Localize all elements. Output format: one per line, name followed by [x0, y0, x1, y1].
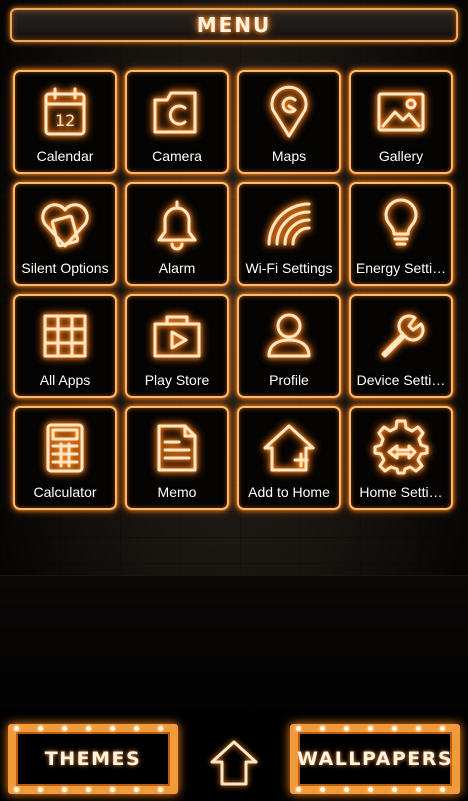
tile-calendar[interactable]: 12 Calendar: [13, 70, 117, 174]
app-grid: 12 Calendar Camera Maps Gallery Silent O…: [13, 70, 457, 514]
tile-calculator[interactable]: Calculator: [13, 406, 117, 510]
lightbulb-icon: [373, 196, 429, 252]
wallpapers-button-face: WALLPAPERS: [296, 732, 454, 786]
camera-icon: [149, 84, 205, 140]
calendar-day: 12: [55, 111, 75, 130]
tile-label: Alarm: [158, 260, 196, 276]
tile-label: Camera: [152, 148, 202, 164]
tile-label: Profile: [269, 372, 309, 388]
wallpapers-button[interactable]: WALLPAPERS: [290, 724, 460, 794]
person-icon: [261, 308, 317, 364]
tile-gallery[interactable]: Gallery: [349, 70, 453, 174]
tile-label: Silent Options: [21, 260, 109, 276]
tile-label: Energy Setti…: [355, 260, 447, 276]
themes-button[interactable]: THEMES: [8, 724, 178, 794]
home-outline-icon[interactable]: [208, 738, 260, 788]
tile-label: Device Setti…: [356, 372, 446, 388]
tile-label: Gallery: [378, 148, 424, 164]
tile-label: Play Store: [144, 372, 210, 388]
image-icon: [373, 84, 429, 140]
themes-label: THEMES: [44, 748, 142, 770]
menu-header: MENU: [10, 8, 458, 42]
bell-icon: [149, 196, 205, 252]
themes-button-face: THEMES: [16, 732, 170, 786]
heart-phone-icon: [37, 196, 93, 252]
tile-label: All Apps: [39, 372, 91, 388]
tile-add-to-home[interactable]: Add to Home: [237, 406, 341, 510]
calculator-icon: [37, 420, 93, 476]
menu-title: MENU: [196, 13, 272, 37]
grid-icon: [37, 308, 93, 364]
wifi-icon: [261, 196, 317, 252]
tile-alarm[interactable]: Alarm: [125, 182, 229, 286]
tile-maps[interactable]: Maps: [237, 70, 341, 174]
wallpapers-label: WALLPAPERS: [296, 748, 454, 770]
document-icon: [149, 420, 205, 476]
tile-home-settings[interactable]: Home Setti…: [349, 406, 453, 510]
tile-silent-options[interactable]: Silent Options: [13, 182, 117, 286]
gear-icon: [373, 419, 429, 476]
tile-label: Calculator: [33, 484, 97, 500]
tile-camera[interactable]: Camera: [125, 70, 229, 174]
tile-profile[interactable]: Profile: [237, 294, 341, 398]
tile-label: Calendar: [36, 148, 94, 164]
tile-label: Memo: [157, 484, 197, 500]
tile-label: Maps: [271, 148, 307, 164]
play-bag-icon: [149, 308, 205, 364]
tile-device-settings[interactable]: Device Setti…: [349, 294, 453, 398]
tile-label: Wi-Fi Settings: [245, 260, 333, 276]
map-pin-icon: [261, 84, 317, 140]
home-plus-icon: [261, 420, 317, 476]
tile-memo[interactable]: Memo: [125, 406, 229, 510]
calendar-icon: 12: [37, 84, 93, 140]
tile-all-apps[interactable]: All Apps: [13, 294, 117, 398]
wrench-icon: [373, 308, 429, 364]
tile-energy-settings[interactable]: Energy Setti…: [349, 182, 453, 286]
tile-play-store[interactable]: Play Store: [125, 294, 229, 398]
tile-label: Home Setti…: [359, 484, 443, 500]
tile-wifi-settings[interactable]: Wi-Fi Settings: [237, 182, 341, 286]
tile-label: Add to Home: [248, 484, 330, 500]
